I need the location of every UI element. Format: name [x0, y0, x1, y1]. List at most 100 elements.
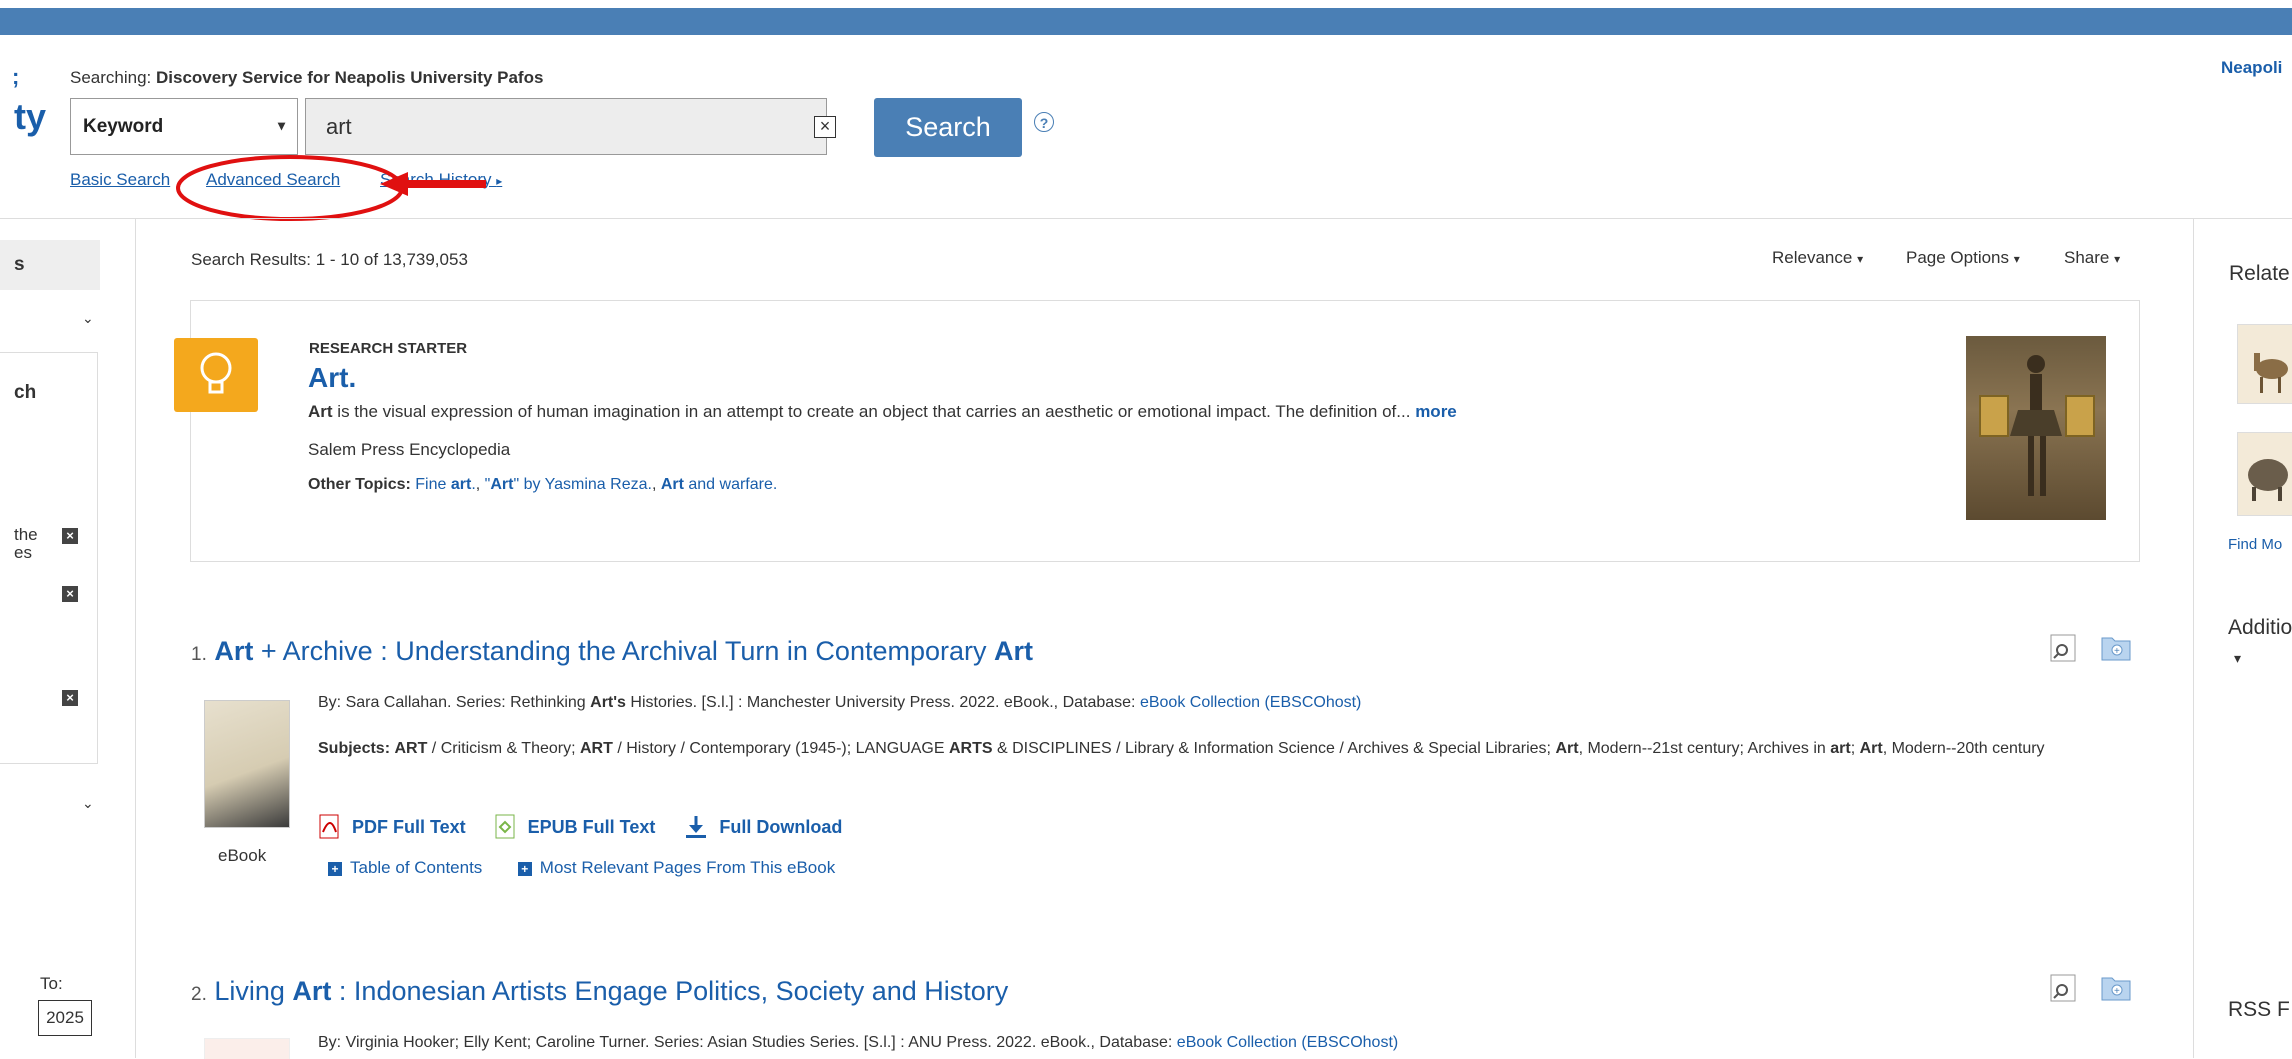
basic-search-link[interactable]: Basic Search [70, 170, 170, 190]
title-bold: Art [214, 636, 254, 666]
sidebar-tab[interactable]: s [0, 240, 100, 290]
sidebar-collapse-chevron-icon[interactable]: ⌄ [82, 795, 94, 812]
topic-text: and warfare. [683, 476, 778, 493]
search-input[interactable]: art [305, 98, 827, 155]
research-starter-snippet: Art is the visual expression of human im… [308, 402, 1908, 422]
folder-glyph: + [2101, 637, 2131, 661]
preview-magnifier-icon[interactable] [2048, 632, 2080, 670]
related-heading: Relate [2229, 262, 2290, 285]
more-link[interactable]: more [1415, 402, 1457, 421]
annotation-ellipse [176, 155, 404, 221]
epub-full-text-link[interactable]: EPUB Full Text [528, 817, 656, 838]
topic-link-art-warfare[interactable]: Art and warfare. [661, 476, 778, 493]
subject-text: & DISCIPLINES / Library & Information Sc… [992, 740, 1556, 757]
find-more-link[interactable]: Find Mo [2228, 536, 2282, 553]
search-button[interactable]: Search [874, 98, 1022, 157]
svg-text:+: + [2114, 646, 2120, 657]
remove-facet-icon[interactable]: × [62, 586, 78, 602]
download-glyph [686, 816, 707, 838]
byline-text: Histories. [S.l.] : Manchester Universit… [625, 694, 1140, 711]
search-query: art [326, 113, 352, 139]
subject-text: / Criticism & Theory; [427, 740, 580, 757]
sort-relevance-dropdown[interactable]: Relevance ▾ [1772, 248, 1863, 268]
epub-glyph [495, 814, 515, 839]
help-question-icon[interactable]: ? [1034, 112, 1054, 132]
snippet-text: is the visual expression of human imagin… [332, 402, 1411, 421]
title-text: + Archive : Understanding the Archival T… [253, 636, 995, 666]
result-1-title: 1. Art + Archive : Understanding the Arc… [191, 636, 1033, 667]
remove-facet-icon[interactable]: × [62, 690, 78, 706]
sidebar-collapse-chevron-icon[interactable]: ⌄ [82, 310, 94, 327]
date-to-input[interactable]: 2025 [38, 1000, 92, 1036]
related-image-animal[interactable] [2237, 432, 2292, 516]
pdf-full-text-link[interactable]: PDF Full Text [352, 817, 466, 838]
preview-magnifier-icon[interactable] [2048, 972, 2080, 1010]
add-to-folder-icon[interactable]: + [2100, 632, 2132, 668]
additional-caret-down-icon[interactable]: ▾ [2234, 650, 2241, 667]
sort-relevance-label: Relevance [1772, 248, 1853, 267]
download-icon [683, 814, 709, 840]
result-title-link[interactable]: Art + Archive : Understanding the Archiv… [214, 636, 1033, 666]
topic-link-art-reza[interactable]: "Art" by Yasmina Reza. [485, 476, 652, 493]
page-options-label: Page Options [1906, 248, 2010, 267]
research-starter-label: RESEARCH STARTER [309, 340, 468, 357]
research-starter-title[interactable]: Art. [308, 362, 356, 394]
topic-link-fine-art[interactable]: Fine art. [415, 476, 475, 493]
result-thumbnail[interactable] [204, 700, 290, 828]
result-extra-links: + Table of Contents + Most Relevant Pages … [328, 858, 835, 878]
additional-heading: Additio [2228, 616, 2292, 639]
subject-bold: Art [1555, 740, 1579, 757]
result-2-title: 2. Living Art : Indonesian Artists Engag… [191, 976, 1008, 1007]
chevron-down-icon: ▾ [277, 117, 285, 133]
date-to-label: To: [40, 974, 63, 993]
result-title-link[interactable]: Living Art : Indonesian Artists Engage P… [214, 976, 1008, 1006]
lightbulb-icon [174, 338, 258, 412]
sidebar-facet-item: the es [14, 526, 38, 562]
lightbulb-glyph [200, 352, 232, 394]
searching-database: Discovery Service for Neapolis Universit… [156, 68, 544, 87]
related-image-camel[interactable] [2237, 324, 2292, 404]
page-options-dropdown[interactable]: Page Options ▾ [1906, 248, 2020, 268]
pdf-glyph [319, 814, 339, 839]
subject-bold: Art [1859, 740, 1883, 757]
result-subjects: Subjects: ART / Criticism & Theory; ART … [318, 736, 2128, 762]
subject-bold: art [1830, 740, 1851, 757]
topic-bold: art [450, 476, 472, 493]
folder-glyph: + [2101, 977, 2131, 1001]
table-of-contents-link[interactable]: Table of Contents [350, 858, 482, 877]
caret-down-icon: ▾ [1857, 252, 1864, 266]
right-column-divider [2193, 219, 2194, 1058]
database-link[interactable]: eBook Collection (EBSCOhost) [1177, 1034, 1398, 1051]
searching-line: Searching: Discovery Service for Neapoli… [70, 68, 543, 88]
share-label: Share [2064, 248, 2110, 267]
relevant-pages-link[interactable]: Most Relevant Pages From This eBook [540, 858, 835, 877]
search-field-select[interactable]: Keyword ▾ [70, 98, 298, 155]
camel-illustration [2254, 353, 2288, 393]
research-starter-panel [190, 300, 2140, 562]
magnifier-glyph [2050, 974, 2076, 1002]
logo-fragment-top: ; [12, 64, 20, 89]
research-starter-image[interactable] [1966, 336, 2106, 520]
expand-plus-icon[interactable]: + [517, 861, 532, 876]
sidebar-facet-heading: ch [14, 382, 37, 403]
title-bold: Art [994, 636, 1034, 666]
clear-search-icon[interactable]: × [814, 116, 836, 138]
result-thumbnail[interactable] [204, 1038, 290, 1059]
share-dropdown[interactable]: Share ▾ [2064, 248, 2120, 268]
logo-fragment: ty [14, 96, 47, 137]
result-byline: By: Sara Callahan. Series: Rethinking Ar… [318, 694, 2118, 712]
topic-text: . [471, 476, 476, 493]
byline-text: By: Virginia Hooker; Elly Kent; Caroline… [318, 1034, 1177, 1051]
full-download-link[interactable]: Full Download [719, 817, 842, 838]
result-format-label: eBook [218, 846, 267, 865]
add-to-folder-icon[interactable]: + [2100, 972, 2132, 1008]
research-starter-source: Salem Press Encyclopedia [308, 440, 511, 459]
expand-plus-icon[interactable]: + [328, 861, 342, 876]
institution-link[interactable]: Neapoli [2221, 58, 2282, 78]
other-topics: Other Topics: Fine art., "Art" by Yasmin… [308, 476, 778, 493]
searching-label: Searching: [70, 68, 152, 87]
other-topics-label: Other Topics: [308, 476, 411, 493]
remove-facet-icon[interactable]: × [62, 528, 78, 544]
database-link[interactable]: eBook Collection (EBSCOhost) [1140, 694, 1361, 711]
topic-bold: Art [490, 476, 514, 493]
